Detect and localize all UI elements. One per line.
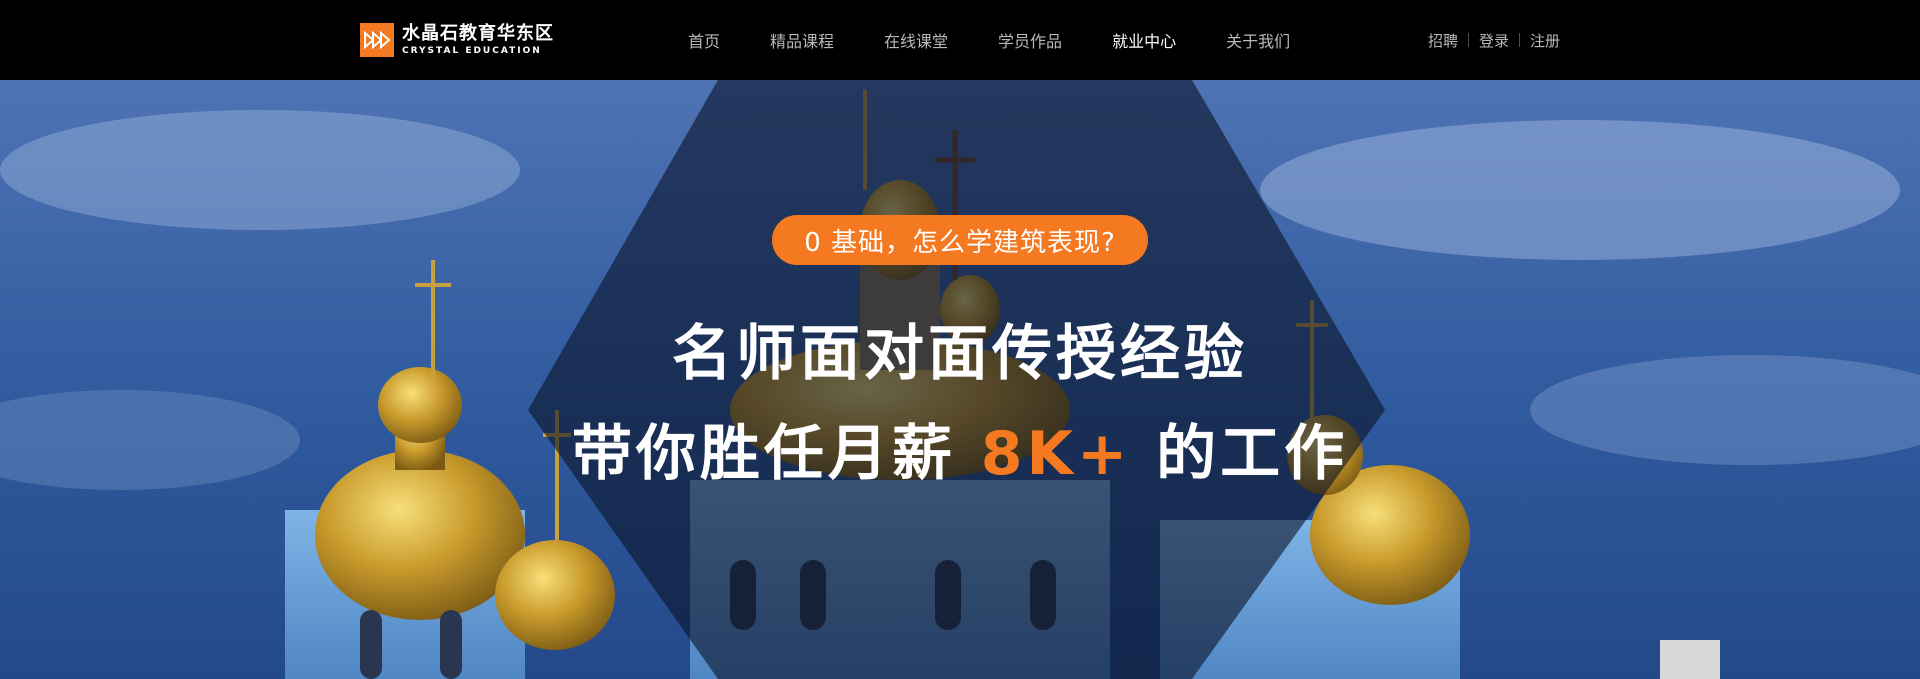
brand-name-en: CRYSTAL EDUCATION (402, 46, 542, 56)
brand-logo[interactable]: 水晶石教育华东区 CRYSTAL EDUCATION (360, 20, 554, 60)
register-link[interactable]: 注册 (1530, 30, 1560, 51)
promo-badge[interactable]: 0 基础，怎么学建筑表现? (772, 215, 1148, 265)
hero-headline-line-1: 名师面对面传授经验 (672, 319, 1248, 389)
brand-text: 水晶石教育华东区 CRYSTAL EDUCATION (402, 23, 554, 57)
divider (1468, 33, 1470, 47)
user-links: 招聘 登录 注册 (1428, 0, 1560, 80)
site-header: 水晶石教育华东区 CRYSTAL EDUCATION 首页 精品课程 在线课堂 … (0, 0, 1920, 80)
page: 水晶石教育华东区 CRYSTAL EDUCATION 首页 精品课程 在线课堂 … (0, 0, 1920, 679)
headline-suffix: 的工作 (1131, 419, 1349, 489)
hero-banner[interactable]: 0 基础，怎么学建筑表现? 名师面对面传授经验 带你胜任月薪 8K+ 的工作 (0, 80, 1920, 679)
recruit-link[interactable]: 招聘 (1428, 30, 1458, 51)
headline-prefix: 带你胜任月薪 (571, 419, 981, 489)
divider (1519, 33, 1521, 47)
brand-name-cn: 水晶石教育华东区 (402, 23, 554, 44)
nav-item-courses[interactable]: 精品课程 (770, 28, 834, 52)
salary-highlight: 8K+ (980, 419, 1132, 489)
nav-item-online-class[interactable]: 在线课堂 (884, 28, 948, 52)
hero-headline-line-2: 带你胜任月薪 8K+ 的工作 (0, 405, 1920, 492)
login-link[interactable]: 登录 (1479, 30, 1509, 51)
nav-item-career-center[interactable]: 就业中心 (1112, 28, 1176, 52)
nav-item-home[interactable]: 首页 (688, 28, 720, 52)
nav-item-student-works[interactable]: 学员作品 (998, 28, 1062, 52)
triple-play-arrows-icon (360, 23, 394, 57)
main-nav: 首页 精品课程 在线课堂 学员作品 就业中心 关于我们 (688, 0, 1340, 80)
nav-item-about[interactable]: 关于我们 (1226, 28, 1290, 52)
